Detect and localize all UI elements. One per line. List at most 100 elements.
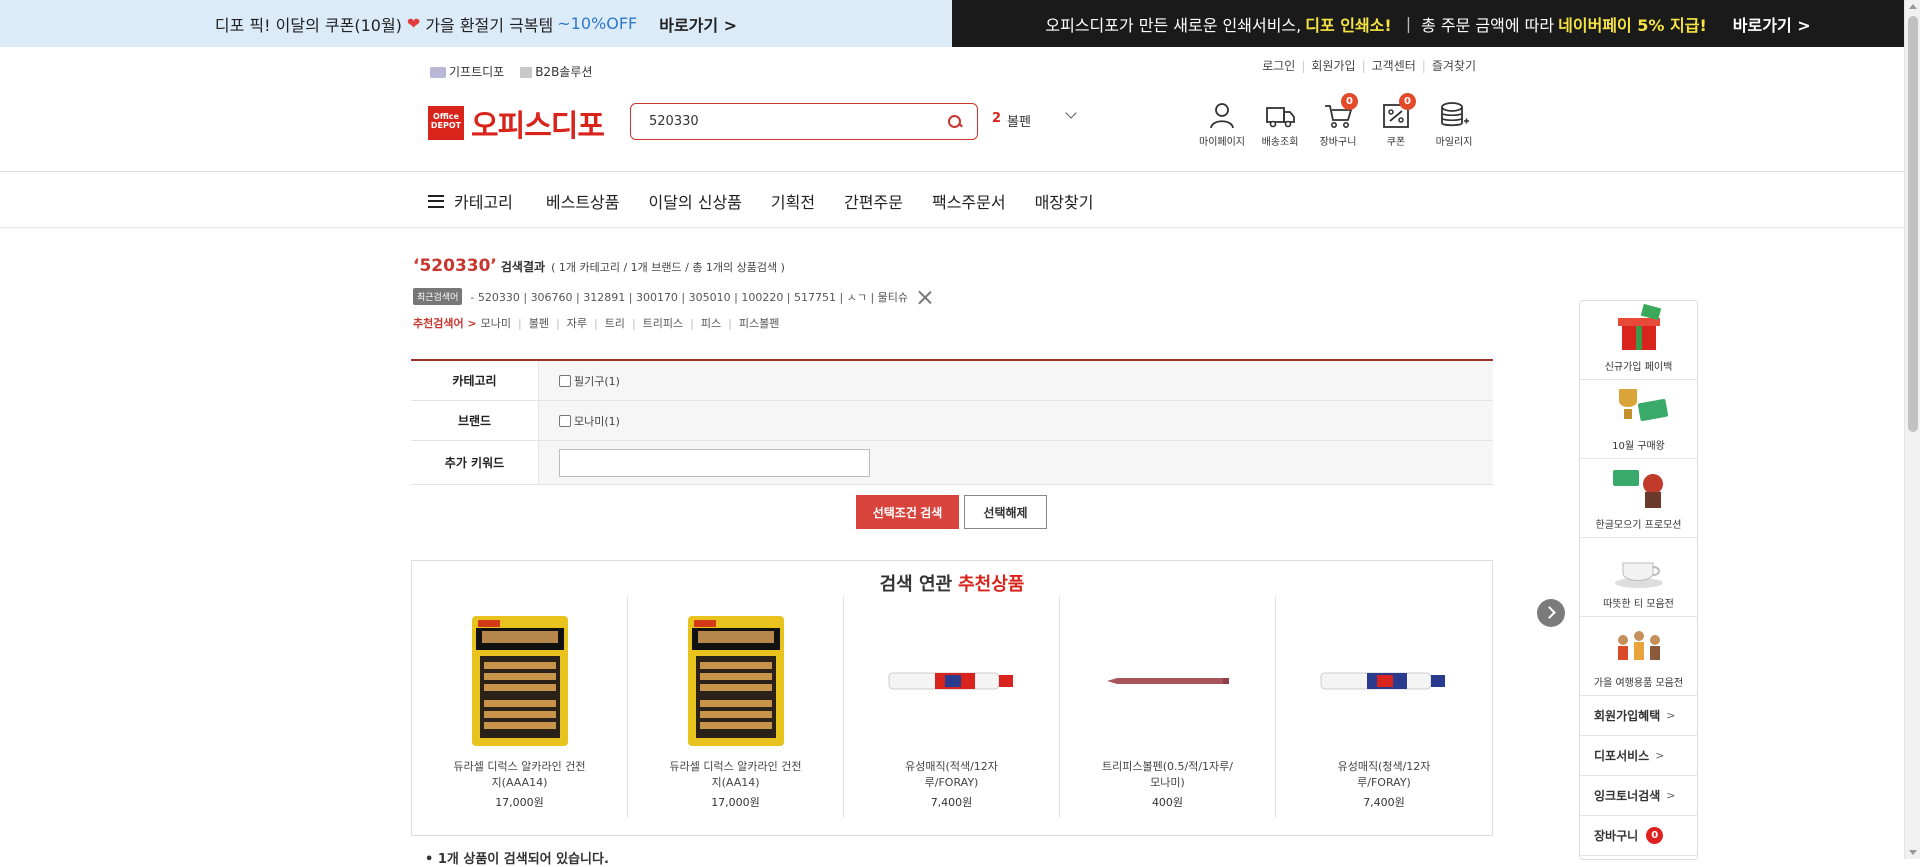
apply-filter-button[interactable]: 선택조건 검색 <box>856 495 959 529</box>
recent-keywords[interactable]: - 520330 | 306760 | 312891 | 300170 | 30… <box>470 289 908 305</box>
product-image[interactable] <box>1093 615 1243 747</box>
promo-coupon-banner[interactable]: 디포 픽! 이달의 쿠폰(10월) ❤ 가을 환절기 극복템 ~10%OFF 바… <box>0 0 952 47</box>
promo-left-text2: 가을 환절기 극복템 <box>425 15 554 35</box>
chevron-right-icon: > <box>1666 709 1676 722</box>
category-checkbox[interactable] <box>559 374 571 387</box>
nav-exhibition[interactable]: 기획전 <box>771 189 815 213</box>
scroll-up-arrow[interactable] <box>1909 4 1917 9</box>
scroll-thumb[interactable] <box>1908 16 1918 432</box>
delivery-label: 배송조회 <box>1261 137 1299 148</box>
chevron-down-icon[interactable] <box>1064 107 1078 121</box>
gift-depot-link[interactable]: 기프트디포 <box>430 63 504 80</box>
product-name[interactable]: 듀라셀 디럭스 알카라인 건전지(AA14) <box>666 759 806 791</box>
battery-pack-image <box>687 616 784 746</box>
quick-link-signup-benefit[interactable]: 회원가입혜택 > <box>1580 696 1697 736</box>
promo-discount: ~10%OFF <box>557 14 638 33</box>
customer-center-link[interactable]: 고객센터 <box>1356 57 1416 74</box>
coupon-label: 쿠폰 <box>1386 137 1406 148</box>
nav-store-finder[interactable]: 매장찾기 <box>1035 189 1094 213</box>
quick-link-ink-toner[interactable]: 잉크토너검색 > <box>1580 776 1697 816</box>
extra-keyword-input[interactable] <box>559 448 870 477</box>
recommended-keywords: 추천검색어 > 모나미 볼펜 자루 트리 트리피스 피스 피스볼펜 <box>413 315 779 331</box>
product-image[interactable] <box>1309 615 1459 747</box>
popular-keyword-ticker[interactable]: 2 볼펜 <box>992 111 1031 130</box>
b2b-link[interactable]: B2B솔루션 <box>520 63 592 80</box>
carousel-next-button[interactable] <box>1537 599 1565 627</box>
product-card[interactable]: 트리피스볼펜(0.5/적/1자루/모나미) 400원 <box>1060 596 1276 818</box>
result-label: 검색결과 <box>500 260 546 274</box>
search-input[interactable] <box>649 114 947 129</box>
nav-fax-order[interactable]: 팩스주문서 <box>932 189 1006 213</box>
rank-keyword: 볼펜 <box>1007 115 1031 130</box>
recommend-keyword[interactable]: 트리 <box>587 315 625 331</box>
quick-link-label: 회원가입혜택 <box>1594 709 1661 723</box>
login-link[interactable]: 로그인 <box>1262 57 1295 74</box>
quick-item[interactable]: 한글모으기 프로모션 <box>1580 459 1697 538</box>
quick-link-depot-service[interactable]: 디포서비스 > <box>1580 736 1697 776</box>
mypage-label: 마이페이지 <box>1199 137 1245 148</box>
product-card[interactable]: 유성매직(청색/12자루/FORAY) 7,400원 <box>1276 596 1492 818</box>
mypage-button[interactable]: 마이페이지 <box>1199 99 1245 148</box>
site-header: 기프트디포 B2B솔루션 로그인 회원가입 고객센터 즐겨찾기 Office D… <box>0 47 1904 172</box>
category-menu-button[interactable]: 카테고리 <box>428 189 513 213</box>
product-image[interactable] <box>445 615 595 747</box>
filter-row-brand: 브랜드 모나미(1) <box>411 401 1493 441</box>
recent-searches: 최근검색어 - 520330 | 306760 | 312891 | 30017… <box>413 288 932 305</box>
site-logo[interactable]: Office DEPOT 오피스디포 <box>428 101 605 145</box>
recommend-keyword[interactable]: 볼펜 <box>511 315 549 331</box>
related-title-highlight: 추천상품 <box>958 574 1025 595</box>
page-scrollbar[interactable] <box>1904 0 1920 859</box>
nav-menu: 카테고리 베스트상품 이달의 신상품 기획전 간편주문 팩스주문서 매장찾기 <box>428 189 1093 213</box>
quick-link-cart[interactable]: 장바구니 0 <box>1580 816 1697 856</box>
recommend-keyword[interactable]: 피스 <box>683 315 721 331</box>
nav-best[interactable]: 베스트상품 <box>546 189 620 213</box>
delivery-button[interactable]: 배송조회 <box>1258 99 1302 148</box>
quick-link-label: 디포서비스 <box>1594 749 1650 763</box>
logo-text: 오피스디포 <box>471 109 605 144</box>
category-label: 카테고리 <box>454 193 513 212</box>
signup-link[interactable]: 회원가입 <box>1295 57 1355 74</box>
product-price: 7,400원 <box>1363 796 1405 809</box>
nav-quick-order[interactable]: 간편주문 <box>844 189 903 213</box>
result-count-note: • 1개 상품이 검색되어 있습니다. <box>425 852 609 867</box>
b2b-label: B2B솔루션 <box>535 65 593 79</box>
quick-item-label: 따뜻한 티 모음전 <box>1603 599 1674 610</box>
recommend-keyword[interactable]: 자루 <box>549 315 587 331</box>
recommend-keyword[interactable]: 모나미 <box>481 315 511 331</box>
filter-label: 추가 키워드 <box>411 441 539 484</box>
recommend-lead: 추천검색어 > <box>413 317 477 330</box>
product-name[interactable]: 트리피스볼펜(0.5/적/1자루/모나미) <box>1098 759 1238 791</box>
search-icon[interactable] <box>947 114 963 130</box>
product-name[interactable]: 유성매직(청색/12자루/FORAY) <box>1314 759 1454 791</box>
mileage-button[interactable]: 마일리지 <box>1432 99 1476 148</box>
recommend-keyword[interactable]: 피스볼펜 <box>721 315 779 331</box>
recommend-keyword[interactable]: 트리피스 <box>625 315 683 331</box>
reset-filter-button[interactable]: 선택해제 <box>964 495 1047 529</box>
promo-print-banner[interactable]: 오피스디포가 만든 새로운 인쇄서비스, 디포 인쇄소! | 총 주문 금액에 … <box>952 0 1904 47</box>
brand-checkbox[interactable] <box>559 414 571 427</box>
product-image[interactable] <box>661 615 811 747</box>
battery-pack-image <box>471 616 568 746</box>
close-icon[interactable] <box>918 290 932 304</box>
promo-banner: 디포 픽! 이달의 쿠폰(10월) ❤ 가을 환절기 극복템 ~10%OFF 바… <box>0 0 1904 47</box>
cart-button[interactable]: 0 장바구니 <box>1316 93 1360 148</box>
promo-right-highlight2: 네이버페이 5% 지급! <box>1558 15 1707 35</box>
bookmark-link[interactable]: 즐겨찾기 <box>1416 57 1476 74</box>
quick-item[interactable]: 가을 여행용품 모음전 <box>1580 617 1697 696</box>
coupon-button[interactable]: 0 쿠폰 <box>1374 93 1418 148</box>
quick-item[interactable]: 신규가입 페이백 <box>1580 301 1697 380</box>
promo-right-cta[interactable]: 바로가기 > <box>1733 12 1811 36</box>
product-card[interactable]: 듀라셀 디럭스 알카라인 건전지(AAA14) 17,000원 <box>412 596 628 818</box>
product-card[interactable]: 유성매직(적색/12자루/FORAY) 7,400원 <box>844 596 1060 818</box>
quick-item[interactable]: 10월 구매왕 <box>1580 380 1697 459</box>
quick-item-label: 가을 여행용품 모음전 <box>1593 678 1684 689</box>
product-card[interactable]: 듀라셀 디럭스 알카라인 건전지(AA14) 17,000원 <box>628 596 844 818</box>
scroll-down-arrow[interactable] <box>1909 850 1917 855</box>
promo-left-cta[interactable]: 바로가기 > <box>659 12 737 36</box>
related-title-text: 검색 연관 <box>879 574 953 595</box>
product-image[interactable] <box>877 615 1027 747</box>
nav-new[interactable]: 이달의 신상품 <box>649 189 742 213</box>
product-name[interactable]: 유성매직(적색/12자루/FORAY) <box>882 759 1022 791</box>
product-name[interactable]: 듀라셀 디럭스 알카라인 건전지(AAA14) <box>450 759 590 791</box>
quick-item[interactable]: 따뜻한 티 모음전 <box>1580 538 1697 617</box>
